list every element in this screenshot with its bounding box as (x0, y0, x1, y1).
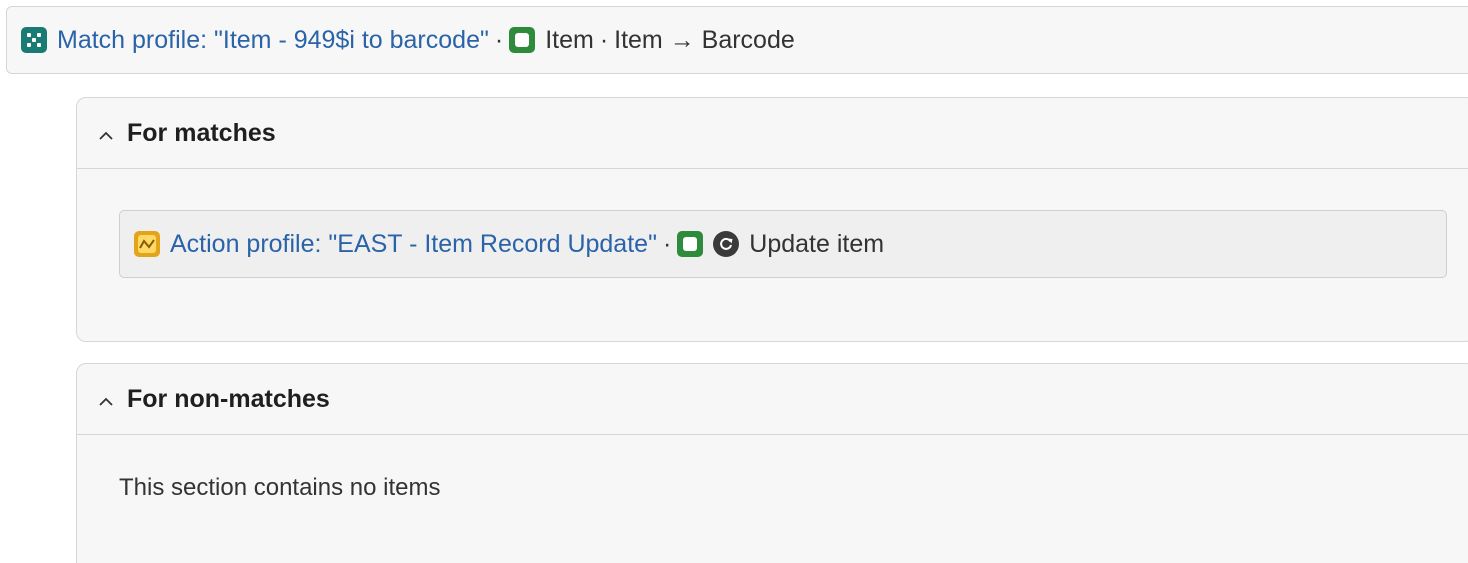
for-matches-header: For matches (77, 98, 1468, 169)
for-matches-title: For matches (127, 118, 276, 147)
item-record-icon (677, 231, 704, 257)
for-non-matches-header: For non-matches (77, 364, 1468, 435)
action-profile-row: Action profile: "EAST - Item Record Upda… (119, 210, 1447, 278)
match-profile-link[interactable]: Match profile: "Item - 949$i to barcode" (57, 26, 489, 55)
for-non-matches-toggle[interactable]: For non-matches (99, 385, 330, 414)
separator: · (599, 25, 609, 54)
update-icon (713, 231, 740, 257)
for-matches-section: For matches Action profile: "EAST - Item… (76, 97, 1468, 342)
match-profile-row: Match profile: "Item - 949$i to barcode"… (6, 6, 1468, 74)
mapping-label: Item → Barcode (614, 25, 795, 54)
match-profile-icon (21, 27, 47, 53)
separator: · (494, 25, 504, 54)
chevron-up-icon (99, 131, 113, 140)
record-type-label: Item (545, 25, 594, 54)
for-non-matches-title: For non-matches (127, 384, 330, 413)
separator: · (662, 229, 672, 258)
profile-tree-page: Match profile: "Item - 949$i to barcode"… (0, 0, 1468, 563)
chevron-up-icon (99, 397, 113, 406)
item-record-icon (509, 27, 536, 53)
action-profile-icon (134, 231, 160, 257)
for-non-matches-section: For non-matches This section contains no… (76, 363, 1468, 563)
action-label: Update item (749, 229, 885, 258)
action-profile-link[interactable]: Action profile: "EAST - Item Record Upda… (170, 230, 657, 259)
empty-section-message: This section contains no items (119, 474, 441, 501)
for-matches-toggle[interactable]: For matches (99, 119, 276, 148)
